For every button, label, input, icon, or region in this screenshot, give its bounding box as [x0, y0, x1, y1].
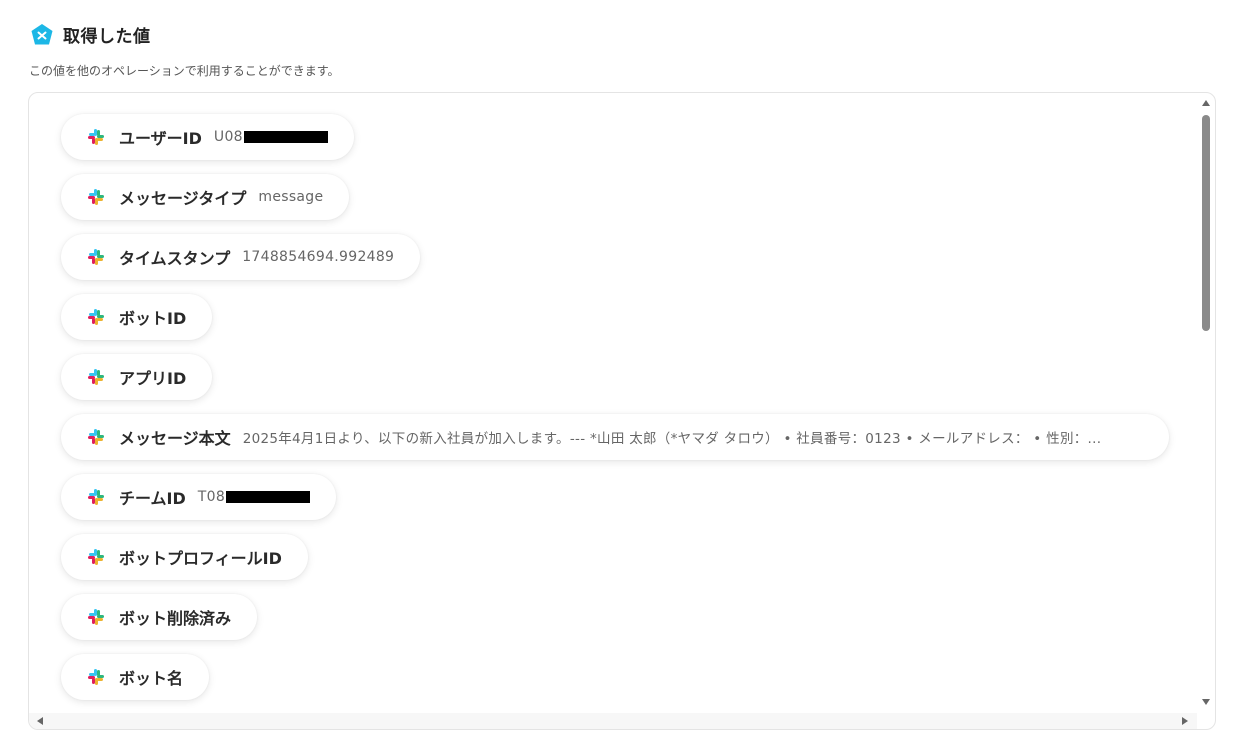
slack-icon — [88, 369, 104, 385]
vertical-scrollbar[interactable] — [1197, 93, 1215, 713]
redaction-bar — [243, 131, 328, 143]
value-label: ボット名 — [119, 669, 184, 688]
section-subtitle: この値を他のオペレーションで利用することができます。 — [29, 64, 340, 78]
value-text: 2025年4月1日より、以下の新入社員が加入します。--- *山田 太郎（*ヤマ… — [242, 431, 1102, 447]
value-chip-bot-id[interactable]: ボットID — [61, 294, 213, 340]
value-chip-timestamp[interactable]: タイムスタンプ 1748854694.992489 — [61, 234, 421, 280]
slack-icon — [88, 549, 104, 565]
slack-icon — [88, 309, 104, 325]
scroll-right-arrow-icon[interactable] — [1182, 717, 1188, 725]
scroll-left-arrow-icon[interactable] — [37, 717, 43, 725]
redaction-bar — [226, 491, 311, 503]
value-label: メッセージ本文 — [119, 429, 231, 448]
vertical-scroll-thumb[interactable] — [1202, 115, 1210, 331]
values-panel: ユーザーID U08 メッセージタイプ message タイムスタンプ 1748… — [28, 92, 1216, 730]
header: 取得した値 — [30, 22, 151, 47]
value-label: ユーザーID — [119, 129, 202, 148]
slack-icon — [88, 669, 104, 685]
section-title: 取得した値 — [63, 27, 151, 47]
slack-icon — [88, 609, 104, 625]
yoom-logo-icon — [31, 23, 53, 44]
value-chip-bot-name[interactable]: ボット名 — [61, 654, 210, 700]
value-text: T08 — [198, 489, 311, 505]
value-chip-message-text[interactable]: メッセージ本文 2025年4月1日より、以下の新入社員が加入します。--- *山… — [61, 414, 1169, 460]
value-text: U08 — [214, 129, 328, 145]
value-label: タイムスタンプ — [119, 249, 231, 268]
value-chip-message-type[interactable]: メッセージタイプ message — [61, 174, 350, 220]
slack-icon — [88, 489, 104, 505]
value-chip-bot-profile-id[interactable]: ボットプロフィールID — [61, 534, 308, 580]
value-label: メッセージタイプ — [119, 189, 247, 208]
scroll-up-arrow-icon[interactable] — [1202, 100, 1210, 106]
value-text: 1748854694.992489 — [242, 249, 395, 265]
value-label: チームID — [119, 489, 186, 508]
slack-icon — [88, 249, 104, 265]
value-chip-app-id[interactable]: アプリID — [61, 354, 213, 400]
value-text: message — [258, 189, 324, 205]
slack-icon — [88, 429, 104, 445]
value-label: アプリID — [119, 369, 187, 388]
value-label: ボットプロフィールID — [119, 549, 282, 568]
value-chip-team-id[interactable]: チームID T08 — [61, 474, 337, 520]
slack-icon — [88, 189, 104, 205]
value-chip-user-id[interactable]: ユーザーID U08 — [61, 114, 354, 160]
value-label: ボットID — [119, 309, 187, 328]
scroll-down-arrow-icon[interactable] — [1202, 699, 1210, 705]
value-label: ボット削除済み — [119, 609, 232, 628]
horizontal-scrollbar[interactable] — [29, 713, 1197, 729]
slack-icon — [88, 129, 104, 145]
value-chip-bot-deleted[interactable]: ボット削除済み — [61, 594, 258, 640]
